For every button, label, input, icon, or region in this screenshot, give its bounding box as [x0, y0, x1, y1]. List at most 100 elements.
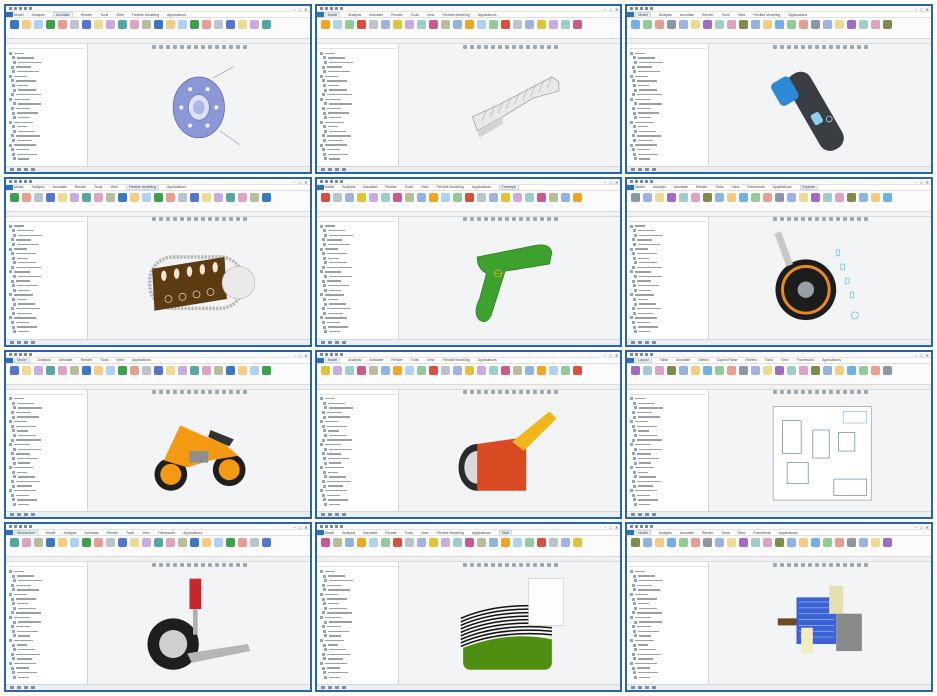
status-icon[interactable] [334, 167, 339, 171]
quick-access-icon[interactable] [319, 179, 323, 183]
view-tool-icon[interactable] [490, 562, 495, 567]
view-tool-icon[interactable] [228, 390, 233, 394]
ribbon-command-icon[interactable] [392, 538, 402, 548]
quick-access-icon[interactable] [19, 352, 22, 356]
status-icon[interactable] [638, 340, 643, 344]
view-tool-icon[interactable] [843, 562, 848, 567]
ribbon-command-icon[interactable] [154, 538, 163, 548]
ribbon-command-icon[interactable] [751, 538, 761, 548]
ribbon-command-icon[interactable] [512, 20, 522, 29]
ribbon-command-icon[interactable] [751, 192, 761, 202]
ribbon-command-icon[interactable] [428, 20, 438, 29]
ribbon-command-icon[interactable] [166, 365, 175, 375]
ribbon-command-icon[interactable] [811, 538, 821, 548]
view-tool-icon[interactable] [228, 217, 233, 222]
ribbon-command-icon[interactable] [476, 192, 486, 202]
view-tool-icon[interactable] [532, 217, 537, 222]
tab-applications[interactable]: Applications [478, 13, 497, 17]
view-tool-icon[interactable] [787, 44, 792, 49]
ribbon-command-icon[interactable] [332, 20, 342, 29]
view-tool-icon[interactable] [794, 217, 799, 222]
ribbon-command-icon[interactable] [106, 538, 115, 548]
tab-render[interactable]: Render [696, 185, 707, 189]
quick-access-icon[interactable] [645, 525, 649, 529]
tab-mechanism[interactable]: Mechanism [14, 530, 38, 536]
ribbon-command-icon[interactable] [10, 192, 19, 202]
view-tool-icon[interactable] [476, 390, 481, 394]
tab-model[interactable]: Model [325, 531, 335, 535]
ribbon-command-icon[interactable] [332, 538, 342, 548]
tab-tools[interactable]: Tools [765, 358, 773, 362]
quick-access-icon[interactable] [650, 352, 654, 356]
status-icon[interactable] [17, 513, 21, 517]
quick-access-toolbar[interactable] [630, 7, 654, 10]
ribbon-command-icon[interactable] [190, 365, 199, 375]
tab-tools[interactable]: Tools [411, 358, 419, 362]
quick-access-icon[interactable] [29, 179, 32, 183]
ribbon-command-icon[interactable] [751, 365, 761, 375]
quick-access-toolbar[interactable] [630, 525, 654, 529]
graphics-viewport[interactable] [398, 567, 621, 684]
ribbon-command-icon[interactable] [142, 538, 151, 548]
view-tool-icon[interactable] [221, 562, 226, 567]
status-icon[interactable] [320, 686, 325, 689]
ribbon-command-icon[interactable] [811, 192, 821, 202]
view-tool-icon[interactable] [539, 217, 544, 222]
quick-access-icon[interactable] [19, 179, 22, 183]
ribbon-command-icon[interactable] [847, 365, 857, 375]
ribbon-command-icon[interactable] [847, 192, 857, 202]
view-tool-icon[interactable] [850, 44, 855, 49]
view-tool-icon[interactable] [242, 562, 247, 567]
view-tool-icon[interactable] [801, 44, 806, 49]
view-tool-icon[interactable] [151, 390, 156, 394]
tab-table[interactable]: Table [660, 358, 668, 362]
view-tool-icon[interactable] [165, 562, 170, 567]
model-tree-item[interactable] [629, 502, 706, 507]
ribbon-command-icon[interactable] [847, 20, 857, 29]
ribbon-command-icon[interactable] [46, 365, 55, 375]
status-icon[interactable] [631, 167, 636, 171]
ribbon-command-icon[interactable] [10, 20, 19, 29]
view-tool-icon[interactable] [518, 562, 523, 567]
ribbon-command-icon[interactable] [799, 365, 809, 375]
ribbon-command-icon[interactable] [631, 538, 641, 548]
view-tool-icon[interactable] [815, 44, 820, 49]
view-tool-icon[interactable] [207, 562, 212, 567]
view-tool-icon[interactable] [553, 390, 558, 394]
tab-render[interactable]: Render [75, 185, 86, 189]
view-tool-icon[interactable] [476, 217, 481, 222]
ribbon-command-icon[interactable] [82, 20, 91, 29]
tab-model[interactable]: Model [46, 531, 56, 535]
ribbon-command-icon[interactable] [536, 20, 546, 29]
view-tool-icon[interactable] [836, 390, 841, 394]
view-tool-icon[interactable] [469, 390, 474, 394]
ribbon-command-icon[interactable] [332, 192, 342, 202]
quick-access-icon[interactable] [640, 7, 644, 10]
view-tool-icon[interactable] [822, 44, 827, 49]
ribbon-command-icon[interactable] [452, 20, 462, 29]
view-tool-icon[interactable] [532, 390, 537, 394]
tab-applications[interactable]: Applications [183, 531, 202, 535]
view-tool-icon[interactable] [525, 44, 530, 49]
ribbon-command-icon[interactable] [416, 365, 426, 375]
ribbon-command-icon[interactable] [34, 192, 43, 202]
ribbon-command-icon[interactable] [94, 538, 103, 548]
ribbon-command-icon[interactable] [823, 538, 833, 548]
ribbon-command-icon[interactable] [130, 20, 139, 29]
quick-access-icon[interactable] [645, 352, 649, 356]
ribbon-command-icon[interactable] [368, 365, 378, 375]
quick-access-icon[interactable] [9, 7, 12, 10]
tab-model[interactable]: Model [14, 13, 24, 17]
tab-view[interactable]: View [738, 13, 746, 17]
ribbon-command-icon[interactable] [250, 538, 259, 548]
view-tool-icon[interactable] [794, 44, 799, 49]
ribbon-command-icon[interactable] [775, 538, 785, 548]
view-tool-icon[interactable] [864, 44, 869, 49]
ribbon-command-icon[interactable] [166, 20, 175, 29]
quick-access-icon[interactable] [29, 7, 32, 10]
view-tool-icon[interactable] [829, 390, 834, 394]
ribbon-command-icon[interactable] [380, 365, 390, 375]
ribbon-command-icon[interactable] [883, 192, 893, 202]
graphics-viewport[interactable] [87, 49, 310, 166]
view-tool-icon[interactable] [235, 217, 240, 222]
